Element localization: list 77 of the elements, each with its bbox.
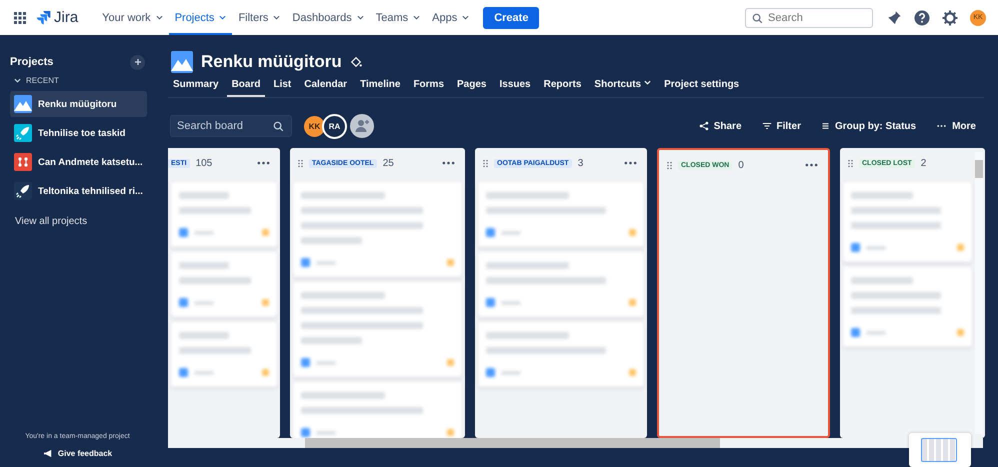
nav-menu[interactable]: Teams [370,0,426,35]
add-people-icon[interactable] [350,114,374,138]
rocket-icon [14,124,32,142]
toolbar-action-button[interactable]: Group by: Status [820,120,916,132]
filter-icon [762,121,772,131]
vertical-scrollbar[interactable] [975,152,983,434]
project-tab[interactable]: Summary [168,79,224,97]
drag-handle-icon[interactable] [298,158,303,168]
app-switcher-icon[interactable] [14,12,26,24]
megaphone-icon [42,449,54,458]
drag-handle-icon[interactable] [667,160,672,170]
nav-menu[interactable]: Filters [232,0,286,35]
sidebar-title: Projects [10,56,54,68]
project-avatar-icon [171,51,193,73]
mountain-icon [14,95,32,113]
settings-icon[interactable] [942,10,958,26]
sidebar-project-item[interactable]: Renku müügitoru [10,91,147,117]
chevron-down-icon [219,14,226,21]
more-icon[interactable] [624,161,637,165]
project-tab[interactable]: Issues [494,79,536,97]
nodes-icon [14,153,32,171]
search-icon [273,121,284,132]
chevron-down-icon [462,14,470,21]
sidebar-project-item[interactable]: Can Andmete katsetu... [10,149,147,175]
issue-count: 0 [738,160,744,170]
chevron-down-icon [14,77,21,84]
project-tab[interactable]: Project settings [659,79,744,97]
project-title: Renku müügitoru [201,52,342,72]
toolbar-action-button[interactable]: Share [698,120,742,132]
search-icon [752,12,763,24]
help-icon[interactable] [914,10,930,26]
plus-icon [134,58,142,66]
drag-handle-icon[interactable] [483,158,488,168]
drag-handle-icon[interactable] [848,158,853,168]
share-icon [698,121,709,131]
chevron-down-icon [156,14,163,21]
list-icon [820,121,830,131]
issue-count: 25 [382,158,394,168]
more-icon[interactable] [442,161,455,165]
chevron-down-icon [356,14,364,21]
recent-section-toggle[interactable]: RECENT [14,76,145,85]
issue-count: 2 [920,158,926,168]
nav-menu[interactable]: Dashboards [286,0,370,35]
notifications-icon[interactable] [887,10,902,25]
board-minimap[interactable] [909,433,971,467]
project-tab[interactable]: Shortcuts [589,79,656,97]
more-icon[interactable] [805,163,818,167]
give-feedback-button[interactable]: Give feedback [42,449,112,458]
issue-count: 105 [196,158,212,168]
nav-menu[interactable]: Projects [168,0,232,35]
paint-bucket-icon[interactable] [350,56,362,68]
project-tab[interactable]: List [268,79,296,97]
project-tab[interactable]: Timeline [355,79,406,97]
create-button[interactable]: Create [483,6,540,28]
user-avatar[interactable]: RA [322,114,347,138]
view-all-projects-link[interactable]: View all projects [15,216,145,227]
rocket-icon [14,182,32,200]
project-tab[interactable]: Pages [452,79,492,97]
jira-logo[interactable]: Jira [36,9,78,26]
horizontal-scrollbar[interactable] [168,438,983,448]
search-board-field[interactable]: Search board [170,115,292,137]
nav-menu[interactable]: Apps [426,0,476,35]
issue-count: 3 [578,158,584,168]
more-icon[interactable] [257,161,270,165]
chevron-down-icon [413,14,420,21]
add-project-button[interactable] [130,54,145,70]
project-tab[interactable]: Forms [408,79,450,97]
project-tab[interactable]: Board [226,79,266,97]
toolbar-action-button[interactable]: Filter [762,120,801,132]
nav-menu[interactable]: Your work [96,0,169,35]
search-field[interactable]: Search [745,8,873,28]
project-tab[interactable]: Reports [538,79,586,97]
sidebar-project-item[interactable]: Tehnilise toe taskid [10,120,147,146]
sidebar-project-item[interactable]: Teltonika tehnilised ri... [10,178,147,204]
project-tab[interactable]: Calendar [299,79,352,97]
chevron-down-icon [273,14,280,21]
toolbar-action-button[interactable]: More [936,120,976,132]
